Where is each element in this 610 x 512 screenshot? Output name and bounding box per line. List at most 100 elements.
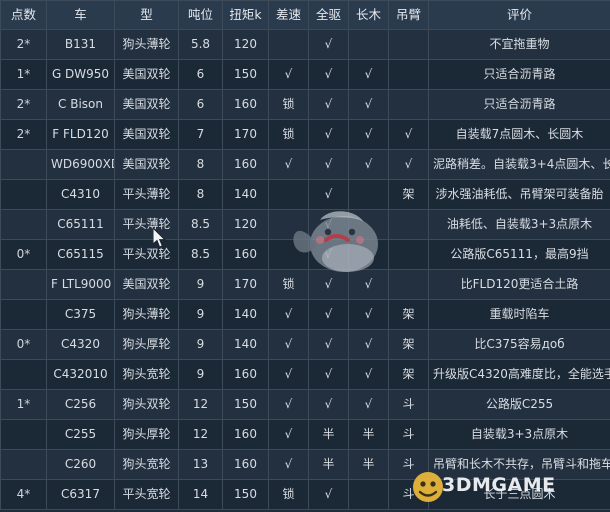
table-head: 点数 车 型 吨位 扭矩k 差速 全驱 长木 吊臂 评价 bbox=[0, 0, 610, 30]
cell-tonnage: 8.5 bbox=[178, 239, 223, 270]
cell-type: 狗头宽轮 bbox=[114, 359, 179, 390]
cell-type: 狗头薄轮 bbox=[114, 29, 179, 60]
table-row[interactable]: 1* G DW950 美国双轮 6 150 √ √ √ 只适合沥青路 bbox=[0, 59, 610, 90]
cell-longlog bbox=[348, 209, 389, 240]
cell-awd: √ bbox=[308, 149, 349, 180]
cell-torque: 140 bbox=[222, 179, 269, 210]
cell-awd: √ bbox=[308, 179, 349, 210]
header-cell-longlog[interactable]: 长木 bbox=[348, 0, 389, 30]
cell-crane: 架 bbox=[388, 359, 429, 390]
cell-torque: 150 bbox=[222, 59, 269, 90]
cell-tonnage: 9 bbox=[178, 299, 223, 330]
cell-crane: 架 bbox=[388, 179, 429, 210]
table-body: 2* B131 狗头薄轮 5.8 120 √ 不宜拖重物 1* G DW950 美国双轮 6 150 √… bbox=[0, 29, 610, 510]
table-row[interactable]: C255 狗头厚轮 12 160 √ 半半斗自装载3+3点原木 bbox=[0, 419, 610, 450]
cell-torque: 170 bbox=[222, 269, 269, 300]
header-cell-torque[interactable]: 扭矩k bbox=[222, 0, 269, 30]
cell-evaluation: 油耗低、自装载3+3点原木 bbox=[428, 209, 610, 240]
cell-evaluation: 只适合沥青路 bbox=[428, 89, 610, 120]
cell-awd: √ bbox=[308, 269, 349, 300]
cell-tonnage: 8.5 bbox=[178, 209, 223, 240]
table-row[interactable]: C375 狗头薄轮 9 140 √ √ √ 架重载时陷车 bbox=[0, 299, 610, 330]
cell-longlog bbox=[348, 239, 389, 270]
cell-torque: 120 bbox=[222, 29, 269, 60]
cell-points: 2* bbox=[0, 119, 47, 150]
cell-type: 美国双轮 bbox=[114, 59, 179, 90]
cell-torque: 160 bbox=[222, 89, 269, 120]
cell-awd: √ bbox=[308, 299, 349, 330]
cell-differential: √ bbox=[268, 389, 309, 420]
cell-car: F LTL9000 bbox=[46, 269, 115, 300]
table-row[interactable]: C4310 平头薄轮 8 140 √ 架涉水强油耗低、吊臂架可装备胎 bbox=[0, 179, 610, 210]
cell-evaluation: 比C375容易доб bbox=[428, 329, 610, 360]
table-row[interactable]: C65111 平头薄轮 8.5 120 √ 油耗低、自装载3+3点原木 bbox=[0, 209, 610, 240]
table-row[interactable]: 2* F FLD120 美国双轮 7 170 锁 √ √ √ 自装载7点圆木、长圆木 bbox=[0, 119, 610, 150]
table-row[interactable]: C260狗头宽轮13160√半半斗吊臂和长木不共存，吊臂斗和拖车不共存 bbox=[0, 449, 610, 480]
cell-type: 狗头薄轮 bbox=[114, 299, 179, 330]
cell-differential: √ bbox=[268, 449, 309, 480]
header-row: 点数 车 型 吨位 扭矩k 差速 全驱 长木 吊臂 评价 bbox=[0, 0, 610, 30]
table-row[interactable]: 2* C Bison 美国双轮 6 160 锁 √ √ 只适合沥青路 bbox=[0, 89, 610, 120]
cell-points: 2* bbox=[0, 29, 47, 60]
cell-points bbox=[0, 209, 47, 240]
cell-crane: √ bbox=[388, 119, 429, 150]
cell-type: 狗头厚轮 bbox=[114, 329, 179, 360]
cell-crane bbox=[388, 269, 429, 300]
header-cell-type[interactable]: 型 bbox=[114, 0, 179, 30]
cell-awd: 半 bbox=[308, 419, 349, 450]
cell-crane bbox=[388, 89, 429, 120]
cell-differential: √ bbox=[268, 59, 309, 90]
cell-points: 0* bbox=[0, 239, 47, 270]
cell-points bbox=[0, 149, 47, 180]
cell-torque: 120 bbox=[222, 209, 269, 240]
cell-evaluation: 比FLD120更适合土路 bbox=[428, 269, 610, 300]
table-row[interactable]: C432010 狗头宽轮 9 160 √ √ √ 架升级版C4320高难度比，全能选手 bbox=[0, 359, 610, 390]
cell-points bbox=[0, 269, 47, 300]
header-cell-tonnage[interactable]: 吨位 bbox=[178, 0, 223, 30]
table-row[interactable]: 4* C6317 平头宽轮 14 150 锁 √ 斗长于三点圆木 bbox=[0, 479, 610, 510]
cell-type: 美国双轮 bbox=[114, 149, 179, 180]
cell-type: 狗头宽轮 bbox=[114, 449, 179, 480]
cell-differential: √ bbox=[268, 419, 309, 450]
cell-evaluation: 不宜拖重物 bbox=[428, 29, 610, 60]
header-cell-points[interactable]: 点数 bbox=[0, 0, 47, 30]
cell-awd: √ bbox=[308, 239, 349, 270]
cell-crane: 斗 bbox=[388, 419, 429, 450]
cell-torque: 170 bbox=[222, 119, 269, 150]
cell-type: 平头薄轮 bbox=[114, 209, 179, 240]
cell-type: 美国双轮 bbox=[114, 119, 179, 150]
cell-longlog: √ bbox=[348, 119, 389, 150]
cell-tonnage: 12 bbox=[178, 389, 223, 420]
table-row[interactable]: WD6900XD美国双轮8160√√√√泥路稍差。自装载3+4点圆木、长圆木 bbox=[0, 149, 610, 180]
table-row[interactable]: F LTL9000 美国双轮 9 170 锁 √ √ 比FLD120更适合土路 bbox=[0, 269, 610, 300]
header-cell-car[interactable]: 车 bbox=[46, 0, 115, 30]
cell-longlog: √ bbox=[348, 59, 389, 90]
cell-crane: 斗 bbox=[388, 449, 429, 480]
cell-awd: √ bbox=[308, 209, 349, 240]
cell-longlog: √ bbox=[348, 329, 389, 360]
header-cell-crane[interactable]: 吊臂 bbox=[388, 0, 429, 30]
cell-differential: √ bbox=[268, 149, 309, 180]
cell-evaluation: 泥路稍差。自装载3+4点圆木、长圆木 bbox=[428, 149, 610, 180]
header-cell-evaluation[interactable]: 评价 bbox=[428, 0, 610, 30]
cell-evaluation: 吊臂和长木不共存，吊臂斗和拖车不共存 bbox=[428, 449, 610, 480]
cell-torque: 160 bbox=[222, 359, 269, 390]
table-row[interactable]: 1* C256 狗头双轮 12 150 √ √ √ 斗公路版C255 bbox=[0, 389, 610, 420]
header-cell-awd[interactable]: 全驱 bbox=[308, 0, 349, 30]
cell-type: 平头双轮 bbox=[114, 239, 179, 270]
cell-torque: 150 bbox=[222, 479, 269, 510]
cell-car: G DW950 bbox=[46, 59, 115, 90]
cell-evaluation: 重载时陷车 bbox=[428, 299, 610, 330]
cell-points bbox=[0, 449, 47, 480]
cell-car: C6317 bbox=[46, 479, 115, 510]
table-row[interactable]: 0* C65115 平头双轮 8.5 160 √ 公路版C65111，最高9挡 bbox=[0, 239, 610, 270]
cell-awd: √ bbox=[308, 389, 349, 420]
header-cell-differential[interactable]: 差速 bbox=[268, 0, 309, 30]
cell-longlog: √ bbox=[348, 359, 389, 390]
cell-crane bbox=[388, 29, 429, 60]
table-row[interactable]: 0* C4320 狗头厚轮 9 140 √ √ √ 架比C375容易доб bbox=[0, 329, 610, 360]
table-row[interactable]: 2* B131 狗头薄轮 5.8 120 √ 不宜拖重物 bbox=[0, 29, 610, 60]
cell-differential: √ bbox=[268, 329, 309, 360]
cell-differential: 锁 bbox=[268, 119, 309, 150]
cell-type: 狗头双轮 bbox=[114, 389, 179, 420]
